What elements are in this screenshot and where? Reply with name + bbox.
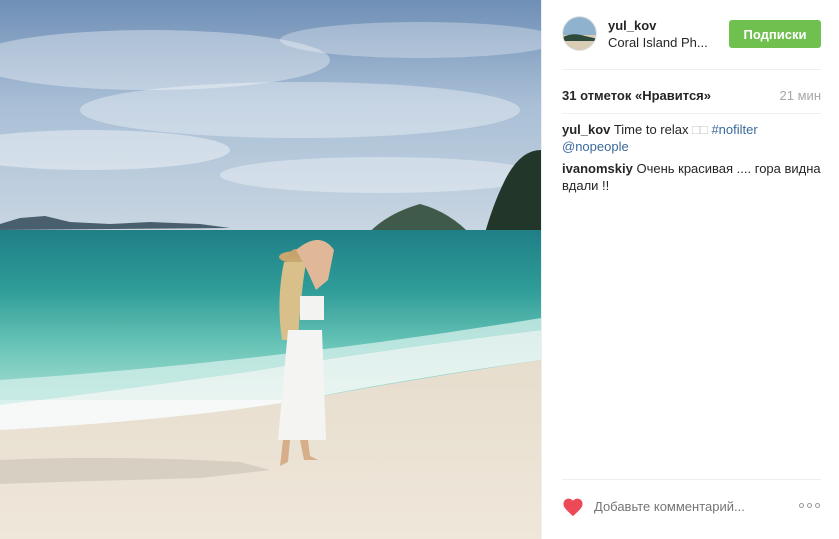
heart-icon[interactable] [562,497,586,519]
more-options-icon[interactable] [799,503,821,509]
mention-link[interactable]: @nopeople [562,139,629,154]
post-footer [562,479,821,539]
likes-divider [562,113,821,114]
avatar[interactable] [562,16,597,51]
caption-text: Time to relax [613,122,689,137]
more-dot [807,503,812,508]
header-divider [562,69,821,70]
comment-username[interactable]: ivanomskiy [562,161,633,176]
post-photo[interactable] [0,0,541,539]
instagram-post: yul_kov Coral Island Ph... Подписки 31 о… [0,0,839,539]
more-dot [799,503,804,508]
more-dot [815,503,820,508]
likes-count[interactable]: 31 отметок «Нравится» [562,88,711,103]
caption: yul_kov Time to relax □□ #nofilter @nope… [562,121,821,155]
comment-input[interactable] [594,499,774,514]
beach-photo-image [0,0,541,539]
username-link[interactable]: yul_kov [608,18,656,33]
follow-button[interactable]: Подписки [729,20,821,48]
post-sidebar: yul_kov Coral Island Ph... Подписки 31 о… [541,0,839,539]
hashtag-link[interactable]: #nofilter [711,122,757,137]
caption-emoji: □□ [692,122,708,137]
likes-row: 31 отметок «Нравится» 21 мин [562,88,821,103]
post-header: yul_kov Coral Island Ph... Подписки [562,16,821,56]
caption-username[interactable]: yul_kov [562,122,610,137]
comments-list: yul_kov Time to relax □□ #nofilter @nope… [562,121,821,199]
location-link[interactable]: Coral Island Ph... [608,35,708,50]
comment-item: ivanomskiy Очень красивая .... гора видн… [562,160,821,194]
avatar-image [563,17,596,50]
timestamp[interactable]: 21 мин [780,88,821,103]
footer-divider [562,479,821,480]
